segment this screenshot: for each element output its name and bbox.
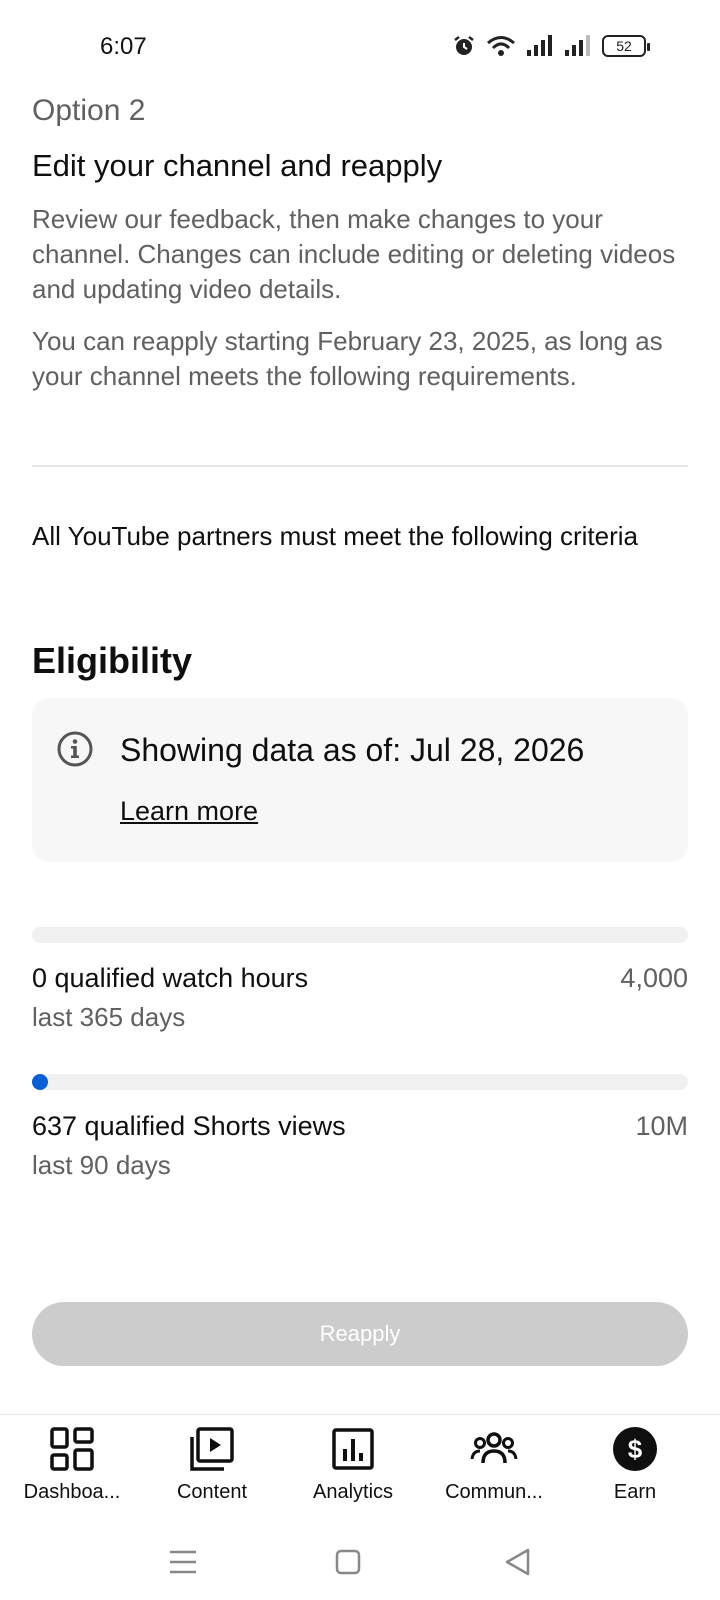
section-title: Edit your channel and reapply xyxy=(32,148,443,183)
battery-icon: 52 xyxy=(602,35,650,57)
dashboard-icon xyxy=(48,1425,96,1473)
battery-level: 52 xyxy=(616,38,632,54)
back-icon[interactable] xyxy=(498,1542,538,1582)
bottom-nav: Dashboa... Content Analytics Commun... $… xyxy=(0,1415,720,1525)
watch-hours-label: 0 qualified watch hours xyxy=(32,963,309,993)
shorts-views-label: 637 qualified Shorts views xyxy=(32,1111,346,1141)
signal-icon xyxy=(564,35,592,57)
svg-text:$: $ xyxy=(628,1434,643,1464)
nav-label-dashboard: Dashboa... xyxy=(23,1481,121,1503)
status-time: 6:07 xyxy=(100,33,147,60)
nav-item-dashboard[interactable]: Dashboa... xyxy=(0,1425,144,1504)
wifi-icon xyxy=(486,34,516,58)
shorts-views-row: 637 qualified Shorts views 10M xyxy=(32,1111,688,1142)
signal-icon xyxy=(526,35,554,57)
data-as-of-text: Showing data as of: Jul 28, 2026 xyxy=(120,732,585,768)
nav-item-analytics[interactable]: Analytics xyxy=(281,1425,425,1504)
community-icon xyxy=(470,1425,518,1473)
learn-more-link[interactable]: Learn more xyxy=(120,796,258,827)
nav-item-community[interactable]: Commun... xyxy=(422,1425,566,1504)
info-icon xyxy=(56,730,94,768)
reapply-button[interactable]: Reapply xyxy=(32,1302,688,1366)
option-label: Option 2 xyxy=(32,94,146,127)
criteria-text: All YouTube partners must meet the follo… xyxy=(32,521,639,551)
eligibility-heading: Eligibility xyxy=(32,640,193,681)
nav-label-content: Content xyxy=(176,1481,248,1503)
shorts-views-period: last 90 days xyxy=(32,1150,171,1180)
watch-hours-progress-bar xyxy=(32,927,688,943)
watch-hours-period: last 365 days xyxy=(32,1002,186,1032)
watch-hours-row: 0 qualified watch hours 4,000 xyxy=(32,963,688,994)
reapply-date-paragraph: You can reapply starting February 23, 20… xyxy=(32,326,663,391)
status-icons: 52 xyxy=(452,34,650,58)
alarm-icon xyxy=(452,34,476,58)
watch-hours-target: 4,000 xyxy=(620,963,688,993)
status-bar: 6:07 52 xyxy=(0,0,720,96)
nav-item-content[interactable]: Content xyxy=(140,1425,284,1504)
info-card: Showing data as of: Jul 28, 2026 Learn m… xyxy=(32,698,688,862)
shorts-views-progress-fill xyxy=(32,1074,48,1090)
divider xyxy=(32,465,688,467)
content-icon xyxy=(188,1425,236,1473)
nav-label-analytics: Analytics xyxy=(312,1481,394,1503)
shorts-views-target: 10M xyxy=(635,1111,688,1141)
nav-label-community: Commun... xyxy=(445,1481,543,1503)
menu-icon[interactable] xyxy=(163,1542,203,1582)
shorts-views-progress-bar xyxy=(32,1074,688,1090)
feedback-paragraph: Review our feedback, then make changes t… xyxy=(32,204,676,304)
nav-label-earn: Earn xyxy=(613,1481,657,1503)
home-icon[interactable] xyxy=(328,1542,368,1582)
analytics-icon xyxy=(329,1425,377,1473)
nav-item-earn[interactable]: $ Earn xyxy=(563,1425,707,1504)
earn-icon: $ xyxy=(611,1425,659,1473)
system-nav-bar xyxy=(0,1530,720,1590)
